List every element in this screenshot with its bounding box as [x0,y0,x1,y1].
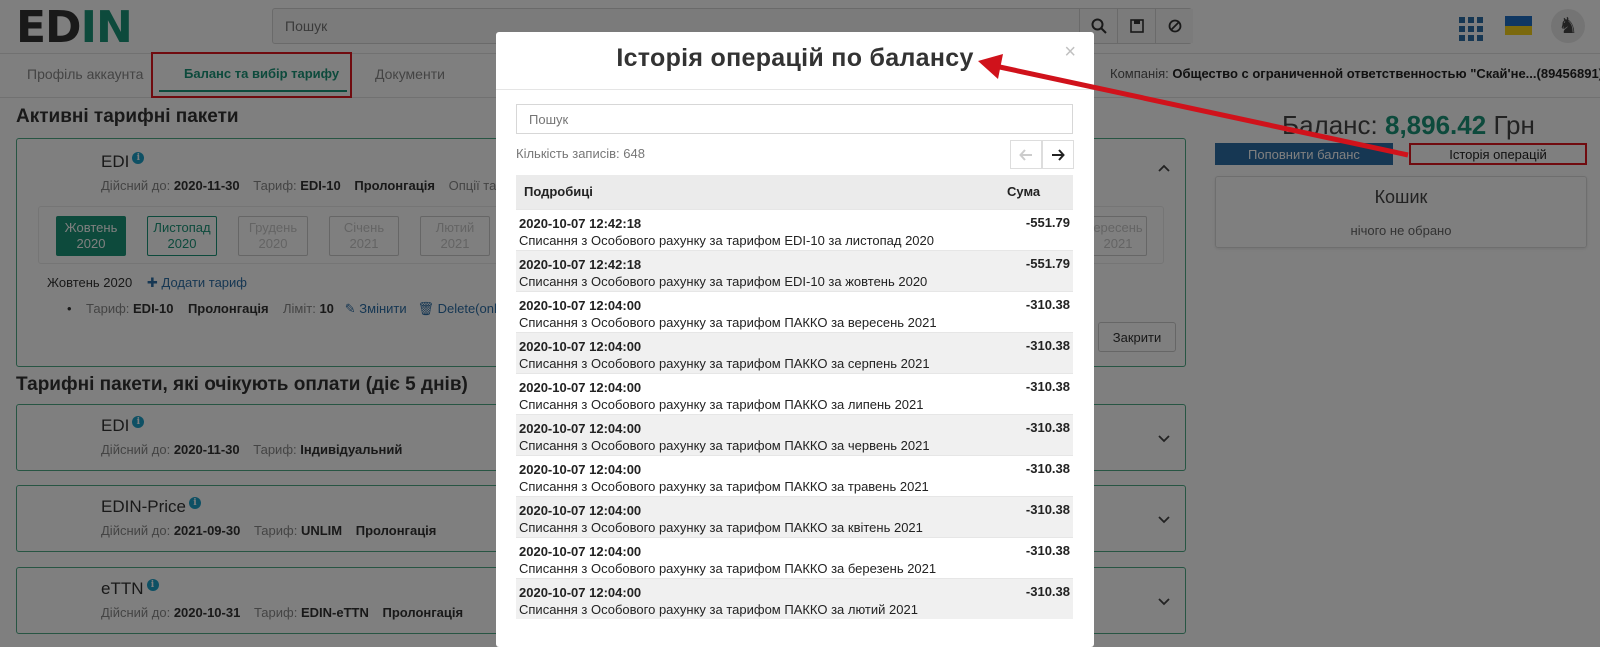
table-row[interactable]: 2020-10-07 12:04:00 Списання з Особового … [516,536,1073,578]
operation-details-cell: 2020-10-07 12:04:00 Списання з Особового … [516,372,1003,414]
operation-sum: -310.38 [1003,372,1073,414]
operation-date: 2020-10-07 12:04:00 [519,420,642,436]
operation-description: Списання з Особового рахунку за тарифом … [519,314,937,330]
operations-table: Подробиці Сума 2020-10-07 12:42:18 Списан… [516,175,1073,619]
operation-description: Списання з Особового рахунку за тарифом … [519,560,937,576]
operation-details-cell: 2020-10-07 12:04:00 Списання з Особового … [516,495,1003,537]
operation-details-cell: 2020-10-07 12:04:00 Списання з Особового … [516,331,1003,373]
operation-details-cell: 2020-10-07 12:04:00 Списання з Особового … [516,413,1003,455]
operation-details-cell: 2020-10-07 12:42:18 Списання з Особового … [516,249,1003,291]
operation-details-cell: 2020-10-07 12:04:00 Списання з Особового … [516,577,1003,619]
table-row[interactable]: 2020-10-07 12:04:00 Списання з Особового … [516,290,1073,332]
history-search-input[interactable] [516,104,1073,134]
operation-sum: -310.38 [1003,331,1073,373]
operation-date: 2020-10-07 12:04:00 [519,379,642,395]
table-row[interactable]: 2020-10-07 12:04:00 Списання з Особового … [516,372,1073,414]
operation-description: Списання з Особового рахунку за тарифом … [519,355,930,371]
table-row[interactable]: 2020-10-07 12:04:00 Списання з Особового … [516,454,1073,496]
table-header-row: Подробиці Сума [516,175,1073,209]
table-row[interactable]: 2020-10-07 12:04:00 Списання з Особового … [516,413,1073,455]
table-row[interactable]: 2020-10-07 12:04:00 Списання з Особового … [516,495,1073,537]
operation-description: Списання з Особового рахунку за тарифом … [519,232,934,248]
operation-sum: -310.38 [1003,413,1073,455]
operation-date: 2020-10-07 12:04:00 [519,297,642,313]
operation-sum: -310.38 [1003,495,1073,537]
operation-description: Списання з Особового рахунку за тарифом … [519,601,918,617]
column-header-sum[interactable]: Сума [1003,175,1073,209]
operation-details-cell: 2020-10-07 12:04:00 Списання з Особового … [516,536,1003,578]
operation-sum: -551.79 [1003,249,1073,291]
column-header-details[interactable]: Подробиці [516,175,1003,209]
modal-header: Історія операцій по балансу × [496,32,1094,90]
operation-sum: -310.38 [1003,577,1073,619]
operation-date: 2020-10-07 12:04:00 [519,338,642,354]
operation-details-cell: 2020-10-07 12:04:00 Списання з Особового … [516,290,1003,332]
table-row[interactable]: 2020-10-07 12:04:00 Списання з Особового … [516,331,1073,373]
operation-description: Списання з Особового рахунку за тарифом … [519,273,928,289]
prev-page-arrow-icon[interactable] [1010,140,1042,169]
table-row[interactable]: 2020-10-07 12:42:18 Списання з Особового … [516,249,1073,291]
operation-date: 2020-10-07 12:42:18 [519,215,642,231]
operation-description: Списання з Особового рахунку за тарифом … [519,478,929,494]
modal-title: Історія операцій по балансу [616,44,974,72]
operation-date: 2020-10-07 12:04:00 [519,461,642,477]
operation-sum: -310.38 [1003,290,1073,332]
operation-description: Списання з Особового рахунку за тарифом … [519,396,924,412]
operation-details-cell: 2020-10-07 12:42:18 Списання з Особового … [516,208,1003,250]
operation-details-cell: 2020-10-07 12:04:00 Списання з Особового … [516,454,1003,496]
operation-description: Списання з Особового рахунку за тарифом … [519,437,930,453]
operation-sum: -310.38 [1003,536,1073,578]
balance-history-modal: Історія операцій по балансу × Кількість … [496,32,1094,647]
records-count: Кількість записів: 648 [516,146,645,161]
operation-date: 2020-10-07 12:04:00 [519,584,642,600]
operation-sum: -551.79 [1003,208,1073,250]
next-page-arrow-icon[interactable] [1042,140,1074,169]
table-row[interactable]: 2020-10-07 12:42:18 Списання з Особового … [516,208,1073,250]
operation-sum: -310.38 [1003,454,1073,496]
close-icon[interactable]: × [1064,41,1076,64]
operation-date: 2020-10-07 12:42:18 [519,256,642,272]
operation-date: 2020-10-07 12:04:00 [519,543,642,559]
operation-description: Списання з Особового рахунку за тарифом … [519,519,923,535]
table-row[interactable]: 2020-10-07 12:04:00 Списання з Особового … [516,577,1073,619]
operation-date: 2020-10-07 12:04:00 [519,502,642,518]
